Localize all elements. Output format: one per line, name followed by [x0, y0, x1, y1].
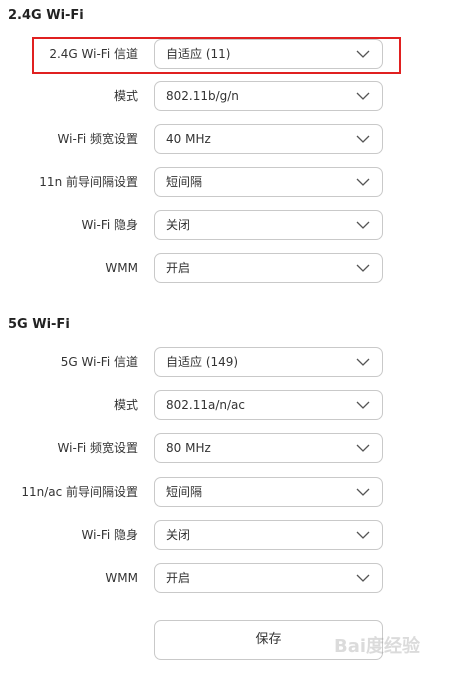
row-24g-bandwidth: Wi-Fi 频宽设置 40 MHz — [0, 124, 450, 154]
label-5g-hidden: Wi-Fi 隐身 — [81, 528, 138, 542]
select-5g-mode[interactable]: 802.11a/n/ac — [154, 390, 383, 420]
label-24g-mode: 模式 — [113, 89, 138, 103]
chevron-down-icon — [356, 401, 370, 409]
select-value: 开启 — [166, 571, 191, 585]
select-value: 自适应 (149) — [166, 355, 239, 369]
chevron-down-icon — [356, 264, 370, 272]
select-24g-guard-interval[interactable]: 短间隔 — [154, 167, 383, 197]
label-5g-bandwidth: Wi-Fi 频宽设置 — [57, 441, 138, 455]
select-24g-channel[interactable]: 自适应 (11) — [154, 39, 383, 69]
chevron-down-icon — [356, 50, 370, 58]
section-title-5g: 5G Wi-Fi — [8, 317, 70, 332]
chevron-down-icon — [356, 221, 370, 229]
select-24g-wmm[interactable]: 开启 — [154, 253, 383, 283]
select-value: 关闭 — [166, 218, 191, 232]
chevron-down-icon — [356, 574, 370, 582]
select-value: 40 MHz — [166, 132, 211, 146]
row-5g-wmm: WMM 开启 — [0, 563, 450, 593]
select-5g-wmm[interactable]: 开启 — [154, 563, 383, 593]
select-5g-bandwidth[interactable]: 80 MHz — [154, 433, 383, 463]
label-24g-channel: 2.4G Wi-Fi 信道 — [49, 47, 138, 61]
row-24g-guard-interval: 11n 前导间隔设置 短间隔 — [0, 167, 450, 197]
chevron-down-icon — [356, 444, 370, 452]
label-5g-channel: 5G Wi-Fi 信道 — [60, 355, 138, 369]
label-24g-bandwidth: Wi-Fi 频宽设置 — [57, 132, 138, 146]
select-5g-channel[interactable]: 自适应 (149) — [154, 347, 383, 377]
section-title-24g: 2.4G Wi-Fi — [8, 8, 84, 23]
chevron-down-icon — [356, 135, 370, 143]
select-value: 短间隔 — [166, 175, 203, 189]
select-value: 80 MHz — [166, 441, 211, 455]
select-value: 关闭 — [166, 528, 191, 542]
label-24g-guard-interval: 11n 前导间隔设置 — [39, 175, 138, 189]
label-24g-hidden: Wi-Fi 隐身 — [81, 218, 138, 232]
select-24g-mode[interactable]: 802.11b/g/n — [154, 81, 383, 111]
select-value: 自适应 (11) — [166, 47, 231, 61]
label-5g-mode: 模式 — [113, 398, 138, 412]
watermark-text: Bai度经验 — [334, 636, 421, 657]
row-5g-guard-interval: 11n/ac 前导间隔设置 短间隔 — [0, 477, 450, 507]
chevron-down-icon — [356, 358, 370, 366]
chevron-down-icon — [356, 92, 370, 100]
row-24g-channel: 2.4G Wi-Fi 信道 自适应 (11) — [0, 39, 450, 69]
label-5g-guard-interval: 11n/ac 前导间隔设置 — [21, 485, 138, 499]
row-5g-channel: 5G Wi-Fi 信道 自适应 (149) — [0, 347, 450, 377]
select-5g-hidden[interactable]: 关闭 — [154, 520, 383, 550]
select-value: 802.11a/n/ac — [166, 398, 245, 412]
label-24g-wmm: WMM — [105, 261, 138, 275]
chevron-down-icon — [356, 178, 370, 186]
chevron-down-icon — [356, 531, 370, 539]
row-5g-hidden: Wi-Fi 隐身 关闭 — [0, 520, 450, 550]
select-value: 开启 — [166, 261, 191, 275]
row-24g-hidden: Wi-Fi 隐身 关闭 — [0, 210, 450, 240]
row-5g-bandwidth: Wi-Fi 频宽设置 80 MHz — [0, 433, 450, 463]
label-5g-wmm: WMM — [105, 571, 138, 585]
select-value: 802.11b/g/n — [166, 89, 239, 103]
select-5g-guard-interval[interactable]: 短间隔 — [154, 477, 383, 507]
watermark-logo: Bai度经验 — [330, 628, 440, 668]
chevron-down-icon — [356, 488, 370, 496]
select-value: 短间隔 — [166, 485, 203, 499]
row-24g-mode: 模式 802.11b/g/n — [0, 81, 450, 111]
row-5g-mode: 模式 802.11a/n/ac — [0, 390, 450, 420]
select-24g-hidden[interactable]: 关闭 — [154, 210, 383, 240]
row-24g-wmm: WMM 开启 — [0, 253, 450, 283]
select-24g-bandwidth[interactable]: 40 MHz — [154, 124, 383, 154]
